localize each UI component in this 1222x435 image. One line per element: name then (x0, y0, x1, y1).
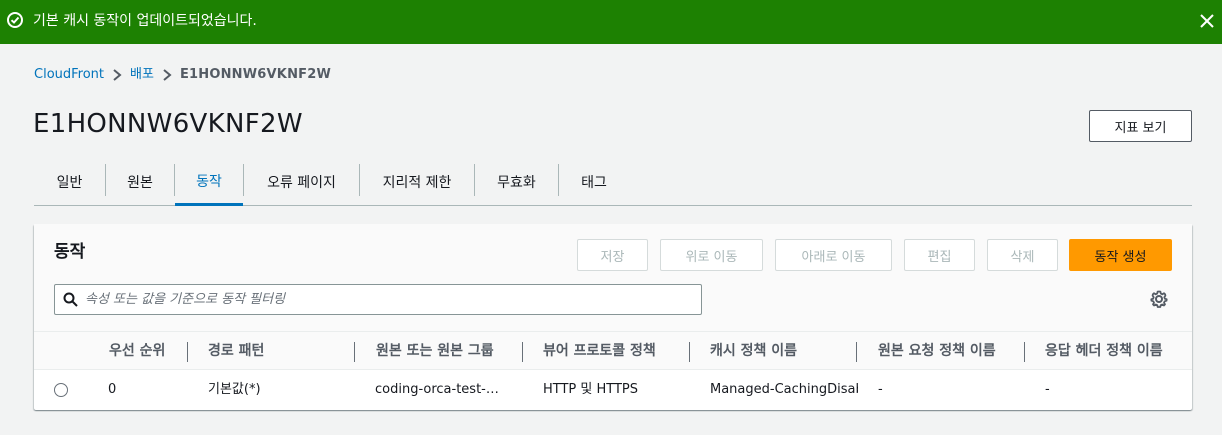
create-behavior-button[interactable]: 동작 생성 (1069, 239, 1172, 271)
tab-origins[interactable]: 원본 (106, 158, 174, 205)
cell-response-headers-policy: - (1045, 382, 1050, 397)
move-down-button[interactable]: 아래로 이동 (775, 239, 892, 271)
tab-behaviors[interactable]: 동작 (175, 158, 243, 206)
table-row[interactable]: 0 기본값(*) coding-orca-test-… HTTP 및 HTTPS… (34, 371, 1192, 410)
table-header: 우선 순위 경로 패턴 원본 또는 원본 그룹 뷰어 프로토콜 정책 캐시 정책… (34, 332, 1192, 370)
tab-tags[interactable]: 태그 (559, 158, 629, 205)
view-metrics-button[interactable]: 지표 보기 (1089, 110, 1192, 142)
chevron-right-icon (104, 66, 130, 84)
tab-bar: 일반 원본 동작 오류 페이지 지리적 제한 무효화 태그 (34, 158, 1192, 206)
behavior-filter (54, 284, 702, 315)
row-select-radio[interactable] (54, 383, 68, 397)
tab-error-pages[interactable]: 오류 페이지 (244, 158, 359, 205)
chevron-right-icon (154, 66, 180, 84)
cell-viewer-protocol: HTTP 및 HTTPS (543, 382, 639, 397)
column-divider[interactable] (856, 342, 857, 362)
column-header-cache-policy[interactable]: 캐시 정책 이름 (710, 342, 797, 360)
column-divider[interactable] (1024, 342, 1025, 362)
column-header-response-headers-policy[interactable]: 응답 헤더 정책 이름 (1045, 342, 1163, 360)
behaviors-panel-title: 동작 (54, 242, 86, 262)
column-header-priority[interactable]: 우선 순위 (109, 342, 165, 360)
cell-origin: coding-orca-test-… (375, 382, 499, 397)
column-divider[interactable] (689, 342, 690, 362)
breadcrumb-cloudfront-link[interactable]: CloudFront (34, 66, 104, 84)
column-header-viewer-protocol[interactable]: 뷰어 프로토콜 정책 (543, 342, 656, 360)
delete-button[interactable]: 삭제 (987, 239, 1058, 271)
breadcrumb: CloudFront 배포 E1HONNW6VKNF2W (34, 66, 331, 84)
tab-geographic-restrictions[interactable]: 지리적 제한 (360, 158, 474, 205)
check-circle-icon (7, 12, 23, 28)
tab-general[interactable]: 일반 (34, 158, 105, 205)
cell-origin-request-policy: - (878, 382, 883, 397)
search-icon (63, 292, 78, 307)
cell-cache-policy: Managed-CachingDisab (710, 382, 858, 397)
close-icon (1200, 14, 1214, 28)
column-divider[interactable] (522, 342, 523, 362)
gear-icon[interactable] (1149, 289, 1169, 309)
success-flash-banner: 기본 캐시 동작이 업데이트되었습니다. (0, 0, 1222, 44)
cell-priority: 0 (108, 382, 117, 397)
move-up-button[interactable]: 위로 이동 (660, 239, 763, 271)
column-header-origin[interactable]: 원본 또는 원본 그룹 (376, 342, 494, 360)
column-header-path-pattern[interactable]: 경로 패턴 (208, 342, 264, 360)
dismiss-flash-button[interactable] (1196, 10, 1218, 32)
filter-input[interactable] (85, 285, 695, 314)
edit-button[interactable]: 편집 (904, 239, 975, 271)
behaviors-panel-header: 동작 저장 위로 이동 아래로 이동 편집 삭제 동작 생성 (34, 224, 1192, 332)
breadcrumb-current: E1HONNW6VKNF2W (179, 67, 332, 82)
column-divider[interactable] (354, 342, 355, 362)
tab-invalidations[interactable]: 무효화 (475, 158, 558, 205)
flash-message: 기본 캐시 동작이 업데이트되었습니다. (33, 13, 257, 29)
behaviors-panel: 동작 저장 위로 이동 아래로 이동 편집 삭제 동작 생성 우선 순위 경로 … (34, 224, 1192, 410)
page-title: E1HONNW6VKNF2W (33, 109, 303, 139)
breadcrumb-distributions-link[interactable]: 배포 (130, 66, 154, 84)
column-header-origin-request-policy[interactable]: 원본 요청 정책 이름 (878, 342, 996, 360)
save-button[interactable]: 저장 (577, 239, 648, 271)
cell-path-pattern: 기본값(*) (208, 382, 261, 397)
column-divider[interactable] (187, 342, 188, 362)
